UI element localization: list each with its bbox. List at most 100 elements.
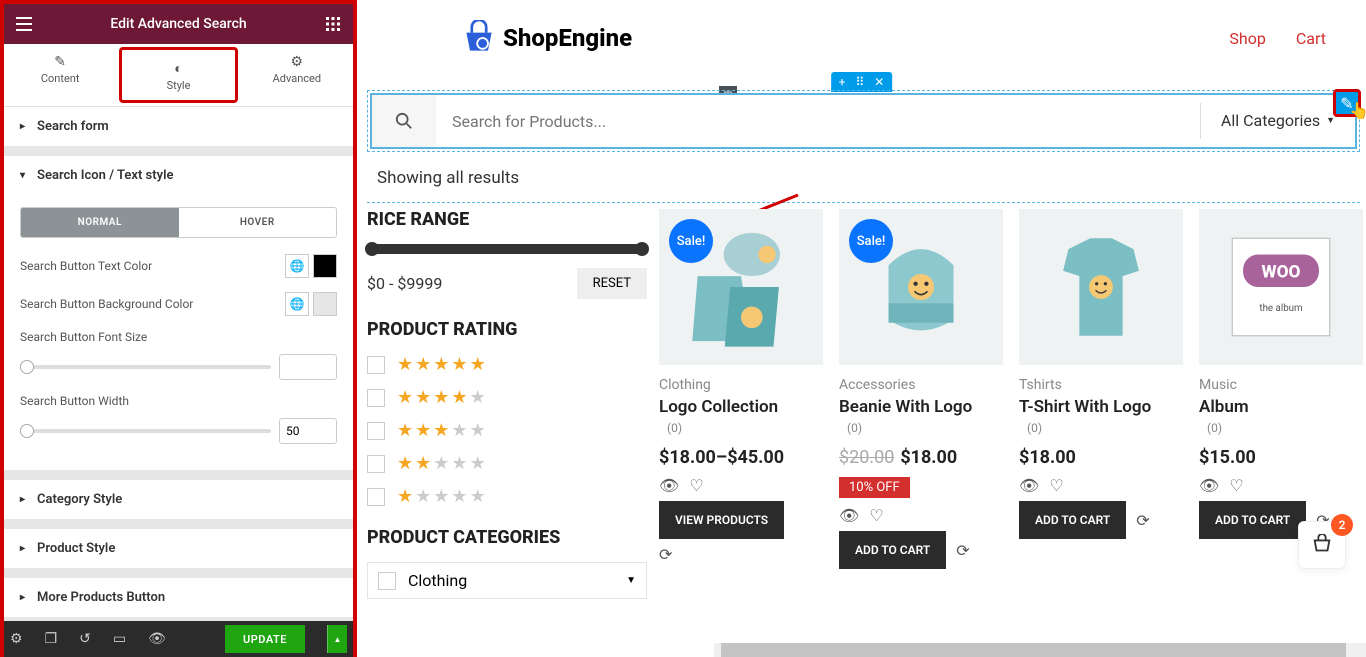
product-price: $15.00 <box>1199 447 1363 468</box>
font-size-slider[interactable] <box>20 365 271 369</box>
view-icon[interactable]: 👁 <box>659 476 679 495</box>
pencil-icon: ✎ <box>4 54 116 70</box>
tab-content[interactable]: ✎ Content <box>4 44 116 106</box>
state-tab-hover[interactable]: HOVER <box>179 208 337 237</box>
price-slider[interactable] <box>367 244 647 254</box>
cursor-icon: 👆 <box>1349 101 1366 120</box>
accordion-header-more[interactable]: ▸ More Products Button <box>4 578 353 617</box>
product-card: Tshirts T-Shirt With Logo (0) $18.00 👁♡ … <box>1019 209 1183 599</box>
drag-icon[interactable]: ⠿ <box>855 75 864 89</box>
font-size-input[interactable] <box>279 354 337 380</box>
color-swatch-light[interactable] <box>313 292 337 316</box>
panel-body: ▸ Search form ▾ Search Icon / Text style… <box>4 107 353 621</box>
layers-icon[interactable]: ❐ <box>45 631 58 647</box>
preview-area: ShopEngine Shop Cart + ⠿ ✕ ▦ All Categor… <box>357 0 1366 657</box>
update-button[interactable]: UPDATE <box>225 625 305 653</box>
width-slider[interactable] <box>20 429 271 433</box>
accordion-header-product[interactable]: ▸ Product Style <box>4 529 353 568</box>
hamburger-icon[interactable] <box>12 12 36 36</box>
view-products-button[interactable]: VIEW PRODUCTS <box>659 501 784 539</box>
caret-right-icon: ▸ <box>20 592 25 603</box>
product-category: Accessories <box>839 377 1003 393</box>
tab-style[interactable]: ◐ Style <box>119 47 237 103</box>
discount-badge: 10% OFF <box>839 477 910 498</box>
site-header: ShopEngine Shop Cart <box>361 10 1366 76</box>
header-nav: Shop Cart <box>1229 29 1326 48</box>
floating-cart-button[interactable]: 2 <box>1298 521 1346 569</box>
heart-icon[interactable]: ♡ <box>869 506 883 525</box>
nav-cart[interactable]: Cart <box>1296 29 1326 48</box>
add-icon[interactable]: + <box>839 75 846 89</box>
view-icon[interactable]: 👁 <box>1019 476 1039 495</box>
tab-advanced[interactable]: ⚙ Advanced <box>241 44 353 106</box>
product-price: $18.00 <box>1019 447 1183 468</box>
add-to-cart-button[interactable]: ADD TO CART <box>839 531 946 569</box>
update-dropdown[interactable]: ▲ <box>327 625 347 653</box>
rating-heading: PRODUCT RATING <box>367 319 647 340</box>
search-input[interactable] <box>436 112 1200 131</box>
horizontal-scrollbar[interactable] <box>714 643 1366 657</box>
review-count: (0) <box>839 421 1003 435</box>
review-count: (0) <box>1019 421 1183 435</box>
accordion-header-search-form[interactable]: ▸ Search form <box>4 107 353 146</box>
view-icon[interactable]: 👁 <box>839 506 859 525</box>
reset-button[interactable]: RESET <box>577 268 647 299</box>
accordion-header-search-icon[interactable]: ▾ Search Icon / Text style <box>4 156 353 195</box>
category-dropdown[interactable]: All Categories ▼ <box>1200 103 1355 139</box>
caret-down-icon: ▾ <box>20 170 25 181</box>
heart-icon[interactable]: ♡ <box>689 476 703 495</box>
product-category: Music <box>1199 377 1363 393</box>
color-swatch-black[interactable] <box>313 254 337 278</box>
rating-3[interactable]: ★★★★★ <box>367 420 647 441</box>
width-input[interactable] <box>279 418 337 444</box>
chevron-down-icon: ▼ <box>1326 115 1335 126</box>
logo-icon <box>461 20 497 56</box>
product-title[interactable]: T-Shirt With Logo <box>1019 397 1183 417</box>
product-image[interactable]: Sale! <box>659 209 823 365</box>
accordion-search-icon: ▾ Search Icon / Text style NORMAL HOVER … <box>4 156 353 470</box>
compare-icon[interactable]: ⟳ <box>659 545 823 564</box>
search-icon[interactable] <box>372 95 436 147</box>
heart-icon[interactable]: ♡ <box>1229 476 1243 495</box>
nav-shop[interactable]: Shop <box>1229 29 1265 48</box>
rating-4[interactable]: ★★★★★ <box>367 387 647 408</box>
apps-icon[interactable] <box>321 12 345 36</box>
rating-5[interactable]: ★★★★★ <box>367 354 647 375</box>
add-to-cart-button[interactable]: ADD TO CART <box>1199 501 1306 539</box>
product-image[interactable] <box>1019 209 1183 365</box>
accordion-body: NORMAL HOVER Search Button Text Color 🌐 … <box>4 195 353 470</box>
price-heading: RICE RANGE <box>367 209 647 230</box>
caret-right-icon: ▸ <box>20 121 25 132</box>
responsive-icon[interactable]: ▭ <box>113 631 126 647</box>
control-width: Search Button Width <box>20 394 337 444</box>
price-range-text: $0 - $9999 <box>367 274 442 293</box>
history-icon[interactable]: ↺ <box>79 631 91 647</box>
state-tab-normal[interactable]: NORMAL <box>21 208 179 237</box>
add-to-cart-button[interactable]: ADD TO CART <box>1019 501 1126 539</box>
accordion-category-style: ▸ Category Style <box>4 480 353 519</box>
cart-count-badge: 2 <box>1331 514 1353 536</box>
compare-icon[interactable]: ⟳ <box>956 541 969 560</box>
globe-icon[interactable]: 🌐 <box>285 254 309 278</box>
caret-right-icon: ▸ <box>20 543 25 554</box>
compare-icon[interactable]: ⟳ <box>1136 511 1149 530</box>
heart-icon[interactable]: ♡ <box>1049 476 1063 495</box>
sale-badge: Sale! <box>669 219 713 263</box>
view-icon[interactable]: 👁 <box>1199 476 1219 495</box>
site-logo[interactable]: ShopEngine <box>461 20 632 56</box>
category-clothing[interactable]: Clothing ▼ <box>367 562 647 599</box>
preview-icon[interactable]: 👁 <box>148 631 166 647</box>
accordion-header-category[interactable]: ▸ Category Style <box>4 480 353 519</box>
filters-sidebar: RICE RANGE $0 - $9999 RESET PRODUCT RATI… <box>367 209 647 599</box>
panel-tabs: ✎ Content ◐ Style ⚙ Advanced <box>4 44 353 107</box>
product-title[interactable]: Beanie With Logo <box>839 397 1003 417</box>
rating-2[interactable]: ★★★★★ <box>367 453 647 474</box>
product-image[interactable]: WOOthe album <box>1199 209 1363 365</box>
product-title[interactable]: Logo Collection <box>659 397 823 417</box>
settings-icon[interactable]: ⚙ <box>10 631 23 647</box>
product-title[interactable]: Album <box>1199 397 1363 417</box>
rating-1[interactable]: ★★★★★ <box>367 486 647 507</box>
close-icon[interactable]: ✕ <box>874 75 884 89</box>
globe-icon[interactable]: 🌐 <box>285 292 309 316</box>
product-image[interactable]: Sale! <box>839 209 1003 365</box>
